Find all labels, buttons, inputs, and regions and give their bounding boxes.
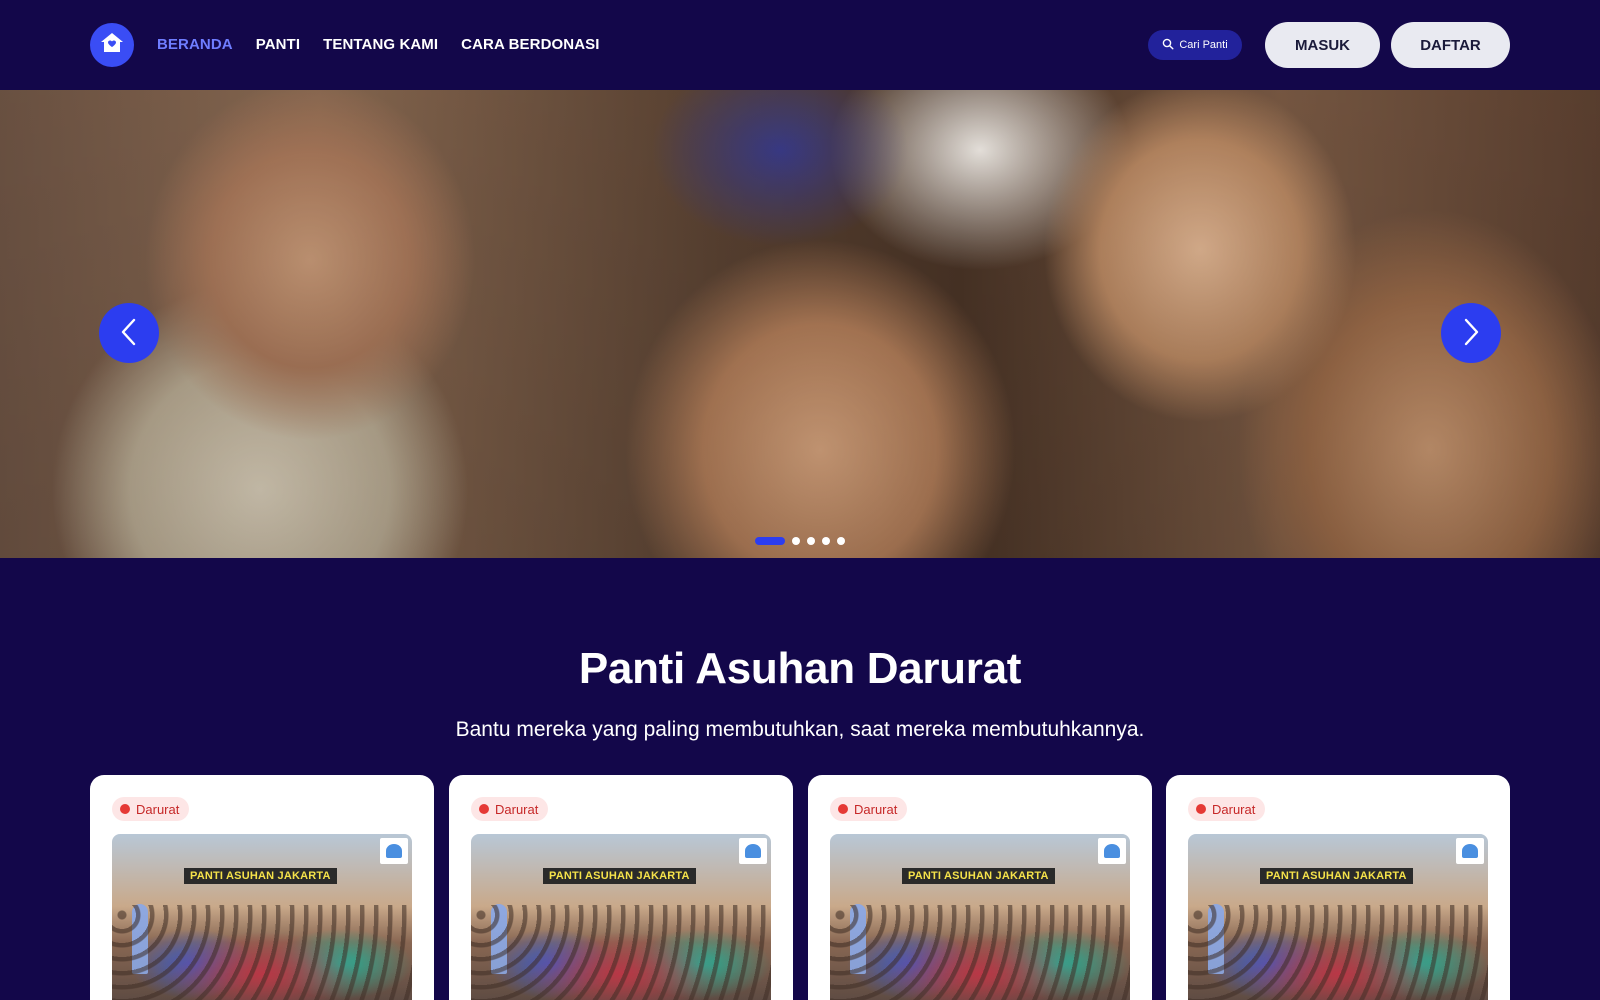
nav-link-beranda[interactable]: BERANDA xyxy=(157,36,233,53)
nav-link-cara-berdonasi[interactable]: CARA BERDONASI xyxy=(461,36,599,53)
search-button[interactable]: Cari Panti xyxy=(1148,30,1242,60)
photo-crowd xyxy=(112,905,412,1000)
photo-logo xyxy=(739,838,767,864)
photo-crowd xyxy=(1188,905,1488,1000)
section-subtitle: Bantu mereka yang paling membutuhkan, sa… xyxy=(455,718,1145,741)
main-nav: BERANDA PANTI TENTANG KAMI CARA BERDONAS… xyxy=(157,36,600,53)
chevron-left-icon xyxy=(117,317,141,350)
carousel-indicator-4[interactable] xyxy=(822,537,830,545)
status-badge-label: Darurat xyxy=(854,801,898,817)
status-badge-label: Darurat xyxy=(495,801,539,817)
carousel-indicator-1[interactable] xyxy=(755,537,785,545)
status-badge-label: Darurat xyxy=(136,801,180,817)
card-photo: PANTI ASUHAN JAKARTA xyxy=(830,834,1130,1000)
status-badge: Darurat xyxy=(471,797,549,821)
status-badge: Darurat xyxy=(1188,797,1266,821)
orphanage-card[interactable]: Darurat PANTI ASUHAN JAKARTA xyxy=(808,775,1152,1000)
status-badge-label: Darurat xyxy=(1212,801,1256,817)
status-dot xyxy=(479,804,489,814)
status-dot xyxy=(1196,804,1206,814)
photo-crowd xyxy=(471,905,771,1000)
carousel-next-button[interactable] xyxy=(1441,303,1501,363)
card-photo: PANTI ASUHAN JAKARTA xyxy=(1188,834,1488,1000)
nav-link-panti[interactable]: PANTI xyxy=(256,36,300,53)
carousel-prev-button[interactable] xyxy=(99,303,159,363)
card-photo: PANTI ASUHAN JAKARTA xyxy=(471,834,771,1000)
status-badge: Darurat xyxy=(830,797,908,821)
carousel-indicators xyxy=(755,537,845,545)
photo-logo xyxy=(1098,838,1126,864)
orphanage-card[interactable]: Darurat PANTI ASUHAN JAKARTA xyxy=(449,775,793,1000)
photo-logo xyxy=(380,838,408,864)
register-button[interactable]: DAFTAR xyxy=(1391,22,1510,68)
photo-banner: PANTI ASUHAN JAKARTA xyxy=(902,868,1055,884)
hero-image xyxy=(0,90,1600,558)
carousel-indicator-2[interactable] xyxy=(792,537,800,545)
search-button-label: Cari Panti xyxy=(1179,39,1228,51)
photo-crowd xyxy=(830,905,1130,1000)
home-logo[interactable] xyxy=(90,23,134,67)
chevron-right-icon xyxy=(1459,317,1483,350)
carousel-indicator-5[interactable] xyxy=(837,537,845,545)
search-icon xyxy=(1162,38,1174,53)
hero-carousel xyxy=(0,90,1600,558)
status-dot xyxy=(838,804,848,814)
navbar: BERANDA PANTI TENTANG KAMI CARA BERDONAS… xyxy=(0,0,1600,90)
photo-logo xyxy=(1456,838,1484,864)
login-button[interactable]: MASUK xyxy=(1265,22,1380,68)
home-icon xyxy=(98,29,126,62)
photo-banner: PANTI ASUHAN JAKARTA xyxy=(184,868,337,884)
photo-banner: PANTI ASUHAN JAKARTA xyxy=(543,868,696,884)
photo-banner: PANTI ASUHAN JAKARTA xyxy=(1260,868,1413,884)
section-title: Panti Asuhan Darurat xyxy=(578,644,1022,693)
orphanage-card[interactable]: Darurat PANTI ASUHAN JAKARTA xyxy=(90,775,434,1000)
card-photo: PANTI ASUHAN JAKARTA xyxy=(112,834,412,1000)
nav-link-tentang-kami[interactable]: TENTANG KAMI xyxy=(323,36,438,53)
status-badge: Darurat xyxy=(112,797,190,821)
status-dot xyxy=(120,804,130,814)
carousel-indicator-3[interactable] xyxy=(807,537,815,545)
orphanage-card[interactable]: Darurat PANTI ASUHAN JAKARTA xyxy=(1166,775,1510,1000)
